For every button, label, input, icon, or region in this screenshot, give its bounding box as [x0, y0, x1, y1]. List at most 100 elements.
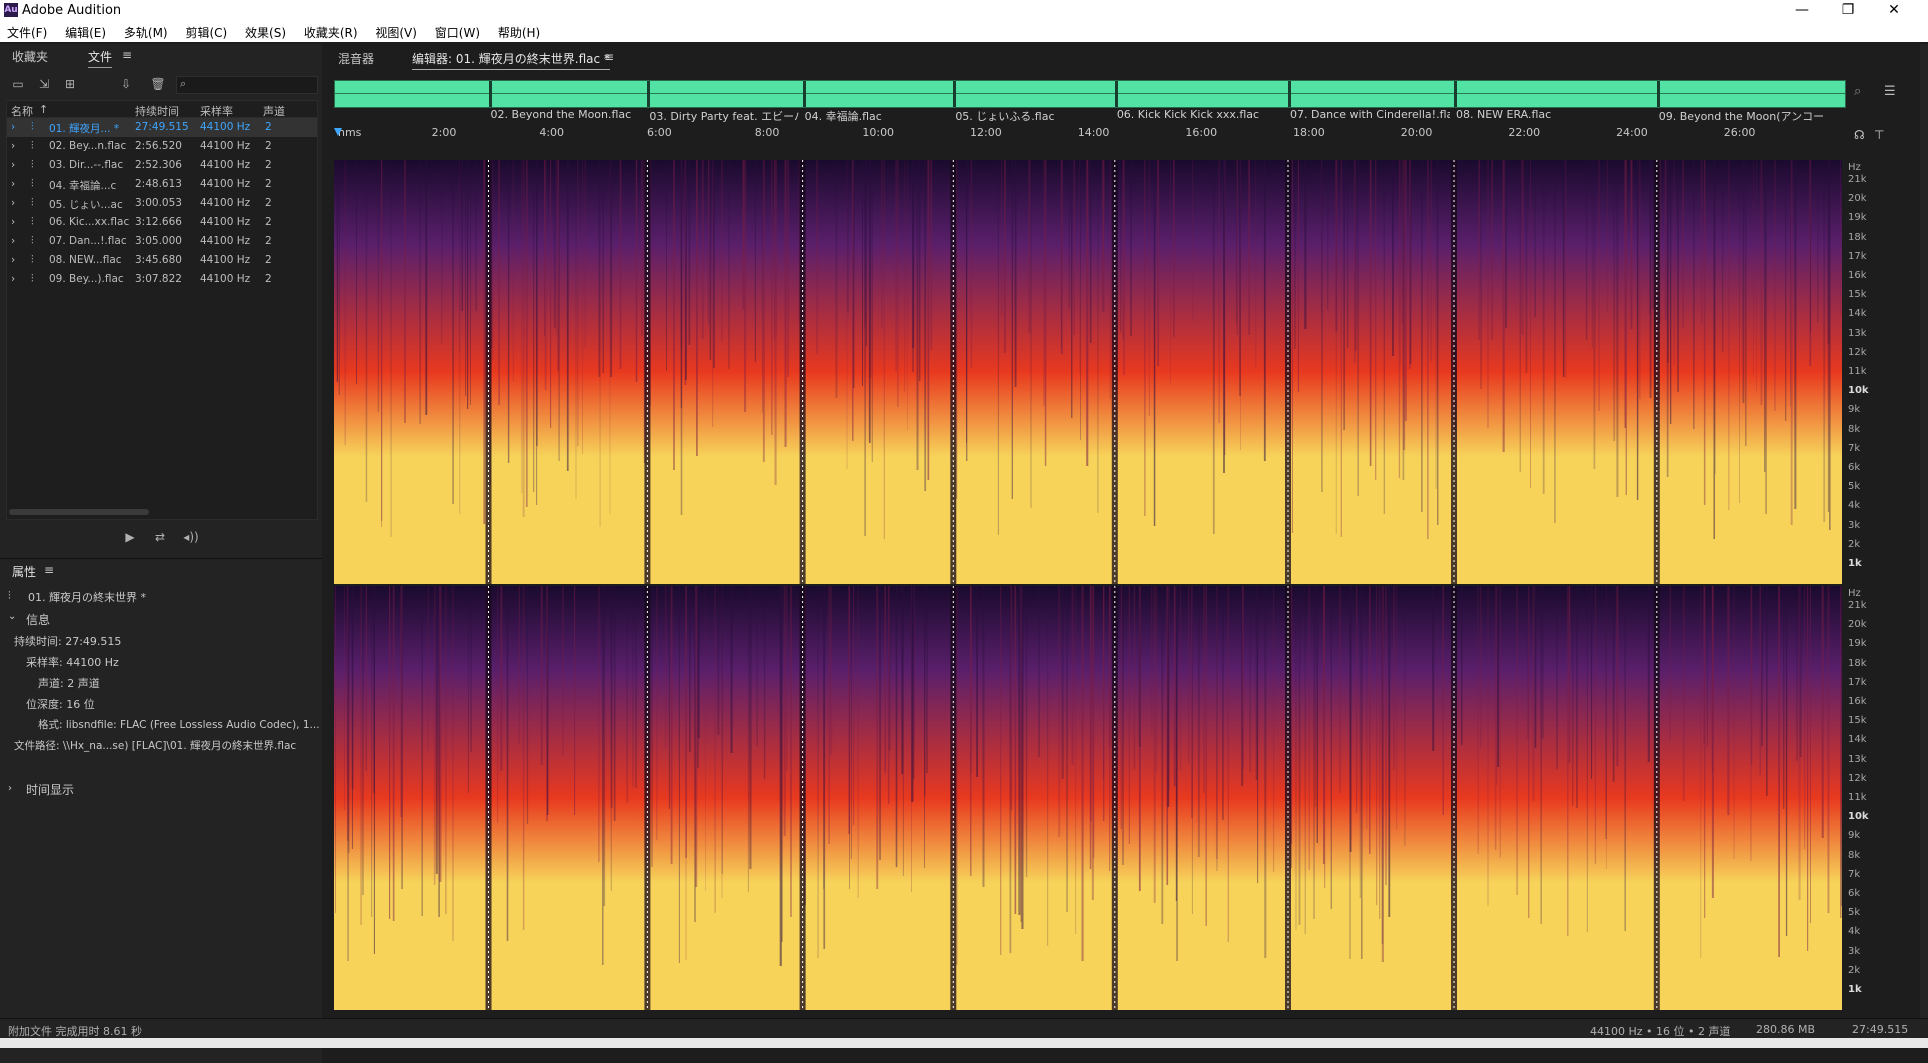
properties-panel: 属性 ≡ ⫶ 01. 輝夜月の終末世界 * ⌄ 信息 持续时间: 27:49.5…: [0, 558, 322, 1063]
spectral-streak: [970, 160, 973, 368]
open-folder-icon[interactable]: ▭: [10, 77, 26, 91]
tab-mixer[interactable]: 混音器: [338, 50, 374, 67]
close-icon[interactable]: ✕: [1872, 0, 1916, 22]
time-display-section[interactable]: 时间显示: [26, 781, 74, 798]
menu-edit[interactable]: 编辑(E): [58, 22, 113, 43]
spectral-streak: [1043, 160, 1045, 406]
time-ruler[interactable]: hms 2:00 4:00 6:00 8:00 10:00 12:00 14:00 16:00…: [334, 124, 1846, 144]
delete-icon[interactable]: 🗑: [150, 77, 166, 91]
spectral-streak: [1343, 160, 1345, 430]
file-duration: 2:48.613: [135, 178, 182, 190]
marker-label[interactable]: 03. Dirty Party feat. エビーバ: [649, 108, 798, 124]
tab-files[interactable]: 文件: [88, 48, 113, 68]
spectral-streak: [1075, 586, 1077, 934]
headphones-icon[interactable]: ☊: [1854, 128, 1865, 142]
marker-label[interactable]: 02. Beyond the Moon.flac: [491, 108, 632, 121]
overview-waveform[interactable]: [334, 80, 1846, 108]
info-section-title[interactable]: 信息: [26, 611, 50, 628]
panel-menu-icon[interactable]: ≡: [122, 48, 132, 62]
marker-label[interactable]: 08. NEW ERA.flac: [1456, 108, 1551, 121]
waveform-icon: ⫶: [31, 121, 34, 133]
menu-help[interactable]: 帮助(H): [491, 22, 547, 43]
chevron-down-icon[interactable]: ⌄: [8, 611, 16, 622]
new-file-icon[interactable]: ⊞: [62, 77, 78, 91]
menu-file[interactable]: 文件(F): [0, 22, 54, 43]
marker-label[interactable]: 06. Kick Kick Kick xxx.flac: [1117, 108, 1259, 121]
spectral-streak: [1396, 586, 1398, 830]
menu-effects[interactable]: 效果(S): [238, 22, 293, 43]
list-icon[interactable]: ☰: [1884, 84, 1896, 99]
spectral-streak: [1827, 586, 1830, 913]
spectrogram-right-channel[interactable]: [334, 586, 1842, 1010]
play-icon[interactable]: ▶: [122, 530, 138, 544]
insert-icon[interactable]: ⇩: [118, 77, 134, 91]
spectral-streak: [1047, 586, 1049, 946]
search-input[interactable]: ⌕: [176, 76, 318, 94]
menu-favorites[interactable]: 收藏夹(R): [297, 22, 365, 43]
spectral-streak: [1001, 160, 1002, 315]
spectral-streak: [1263, 160, 1266, 461]
volume-icon[interactable]: ◂)): [180, 530, 202, 544]
file-row[interactable]: › ⫶ 07. Dan...!.flac 3:05.000 44100 Hz 2: [7, 232, 317, 251]
marker-label[interactable]: 05. じょいふる.flac: [955, 108, 1054, 124]
spectral-streak: [1151, 586, 1153, 734]
spectral-streak: [1753, 160, 1754, 377]
status-size: 280.86 MB: [1756, 1023, 1816, 1036]
file-row[interactable]: › ⫶ 09. Bey...).flac 3:07.822 44100 Hz 2: [7, 270, 317, 289]
file-row[interactable]: › ⫶ 08. NEW...flac 3:45.680 44100 Hz 2: [7, 251, 317, 270]
col-sample-rate[interactable]: 采样率: [200, 103, 233, 119]
col-duration[interactable]: 持续时间: [135, 103, 179, 119]
spectral-streak: [1349, 586, 1351, 959]
spectral-streak: [1086, 160, 1089, 466]
maximize-icon[interactable]: ❐: [1826, 0, 1870, 22]
spectral-streak: [816, 160, 819, 354]
spectral-streak: [459, 160, 461, 514]
spectral-streak: [1249, 586, 1251, 772]
file-row[interactable]: › ⫶ 05. じょい...ac 3:00.053 44100 Hz 2: [7, 194, 317, 213]
file-row[interactable]: › ⫶ 02. Bey...n.flac 2:56.520 44100 Hz 2: [7, 137, 317, 156]
spectral-streak: [730, 586, 733, 753]
chevron-right-icon[interactable]: ›: [8, 783, 12, 794]
frequency-tick-label: 19k: [1848, 638, 1867, 650]
menu-multitrack[interactable]: 多轨(M): [117, 22, 175, 43]
spectral-streak: [1682, 586, 1685, 801]
marker-label[interactable]: 09. Beyond the Moon(アンコー: [1659, 108, 1824, 124]
loop-icon[interactable]: ⇄: [152, 530, 168, 544]
spectral-streak: [1298, 586, 1301, 925]
editor-menu-icon[interactable]: ≡: [604, 50, 614, 64]
spectral-streak: [1798, 586, 1801, 900]
editor-vertical-scrollbar[interactable]: [1920, 44, 1928, 1018]
file-row[interactable]: › ⫶ 01. 輝夜月... * 27:49.515 44100 Hz 2: [7, 118, 317, 137]
file-list-scrollbar[interactable]: [9, 509, 149, 515]
col-channels[interactable]: 声道: [263, 103, 285, 119]
spectral-streak: [997, 160, 999, 535]
spectral-streak: [1591, 586, 1593, 779]
tab-favorites[interactable]: 收藏夹: [12, 48, 48, 65]
spectral-streak: [1404, 586, 1406, 846]
menu-clip[interactable]: 剪辑(C): [178, 22, 234, 43]
spectral-streak: [1682, 160, 1684, 328]
marker-label[interactable]: 04. 幸福論.flac: [805, 108, 882, 124]
spectral-streak: [1700, 586, 1702, 958]
spectral-streak: [1330, 586, 1332, 909]
file-row[interactable]: › ⫶ 04. 幸福論...c 2:48.613 44100 Hz 2: [7, 175, 317, 194]
spectral-streak: [381, 160, 383, 521]
import-icon[interactable]: ⇲: [36, 77, 52, 91]
spectral-streak: [762, 160, 763, 413]
menu-view[interactable]: 视图(V): [368, 22, 424, 43]
playhead-icon[interactable]: [334, 128, 342, 136]
zoom-icon[interactable]: ⌕: [1854, 84, 1861, 99]
pin-icon[interactable]: ⊤: [1874, 128, 1884, 142]
col-name[interactable]: 名称: [11, 103, 33, 119]
tab-editor[interactable]: 编辑器: 01. 輝夜月の終末世界.flac *: [412, 50, 610, 70]
spectral-streak: [670, 586, 673, 864]
spectral-streak: [492, 160, 494, 360]
properties-menu-icon[interactable]: ≡: [44, 563, 54, 577]
menu-window[interactable]: 窗口(W): [428, 22, 487, 43]
minimize-icon[interactable]: —: [1780, 0, 1824, 22]
spectrogram-left-channel[interactable]: [334, 160, 1842, 584]
file-row[interactable]: › ⫶ 03. Dir...--.flac 2:52.306 44100 Hz 2: [7, 156, 317, 175]
file-row[interactable]: › ⫶ 06. Kic...xx.flac 3:12.666 44100 Hz 2: [7, 213, 317, 232]
waveform-icon: ⫶: [31, 273, 34, 285]
marker-label[interactable]: 07. Dance with Cinderella!.flac: [1290, 108, 1450, 121]
